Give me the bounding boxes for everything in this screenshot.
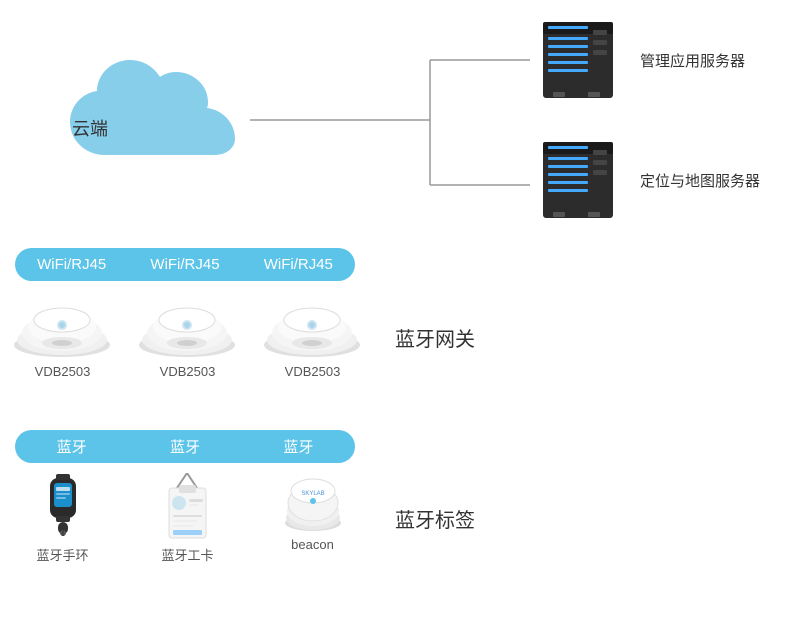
bt-bar: 蓝牙 蓝牙 蓝牙 — [15, 430, 355, 463]
gateway-devices: VDB2503 VDB2503 — [10, 295, 365, 379]
cloud-label: 云端 — [72, 115, 108, 141]
svg-text:SKYLAB: SKYLAB — [301, 491, 324, 497]
server-item-2: 定位与地图服务器 — [538, 140, 760, 220]
gateway-icon-1 — [10, 295, 115, 360]
gateway-icon-2 — [135, 295, 240, 360]
wifi-item-3: WiFi/RJ45 — [242, 254, 355, 275]
gateway-label-1: VDB2503 — [35, 364, 91, 379]
idcard-label: 蓝牙工卡 — [161, 545, 213, 564]
server-icon-1 — [538, 20, 628, 100]
server-item-1: 管理应用服务器 — [538, 20, 760, 100]
wifi-bar: WiFi/RJ45 WiFi/RJ45 WiFi/RJ45 — [15, 248, 355, 281]
server-label-2: 定位与地图服务器 — [640, 170, 760, 191]
gateway-label-3: VDB2503 — [285, 364, 341, 379]
tag-section: 蓝牙手环 蓝牙工卡 — [10, 473, 475, 564]
bracelet-icon — [38, 473, 88, 541]
wifi-item-1: WiFi/RJ45 — [15, 254, 128, 275]
idcard-icon — [165, 473, 210, 541]
bt-item-3: 蓝牙 — [242, 436, 355, 457]
beacon-icon: SKYLAB — [283, 473, 343, 533]
gateway-device-1: VDB2503 — [10, 295, 115, 379]
server-area: 管理应用服务器 定位与地图服务器 — [538, 20, 760, 220]
tag-device-idcard: 蓝牙工卡 — [135, 473, 240, 564]
bt-item-1: 蓝牙 — [15, 436, 128, 457]
tag-title: 蓝牙标签 — [395, 504, 475, 533]
beacon-label: beacon — [291, 537, 334, 552]
server-icon-2 — [538, 140, 628, 220]
tag-device-bracelet: 蓝牙手环 — [10, 473, 115, 564]
server-label-1: 管理应用服务器 — [640, 50, 745, 71]
gateway-label-2: VDB2503 — [160, 364, 216, 379]
tag-devices: 蓝牙手环 蓝牙工卡 — [10, 473, 365, 564]
gateway-icon-3 — [260, 295, 365, 360]
gateway-device-2: VDB2503 — [135, 295, 240, 379]
bt-item-2: 蓝牙 — [128, 436, 241, 457]
tag-device-beacon: SKYLAB beacon — [260, 473, 365, 564]
wifi-item-2: WiFi/RJ45 — [128, 254, 241, 275]
gateway-section: VDB2503 VDB2503 — [10, 295, 475, 379]
gateway-title: 蓝牙网关 — [395, 323, 475, 352]
gateway-device-3: VDB2503 — [260, 295, 365, 379]
bracelet-label: 蓝牙手环 — [36, 545, 88, 564]
